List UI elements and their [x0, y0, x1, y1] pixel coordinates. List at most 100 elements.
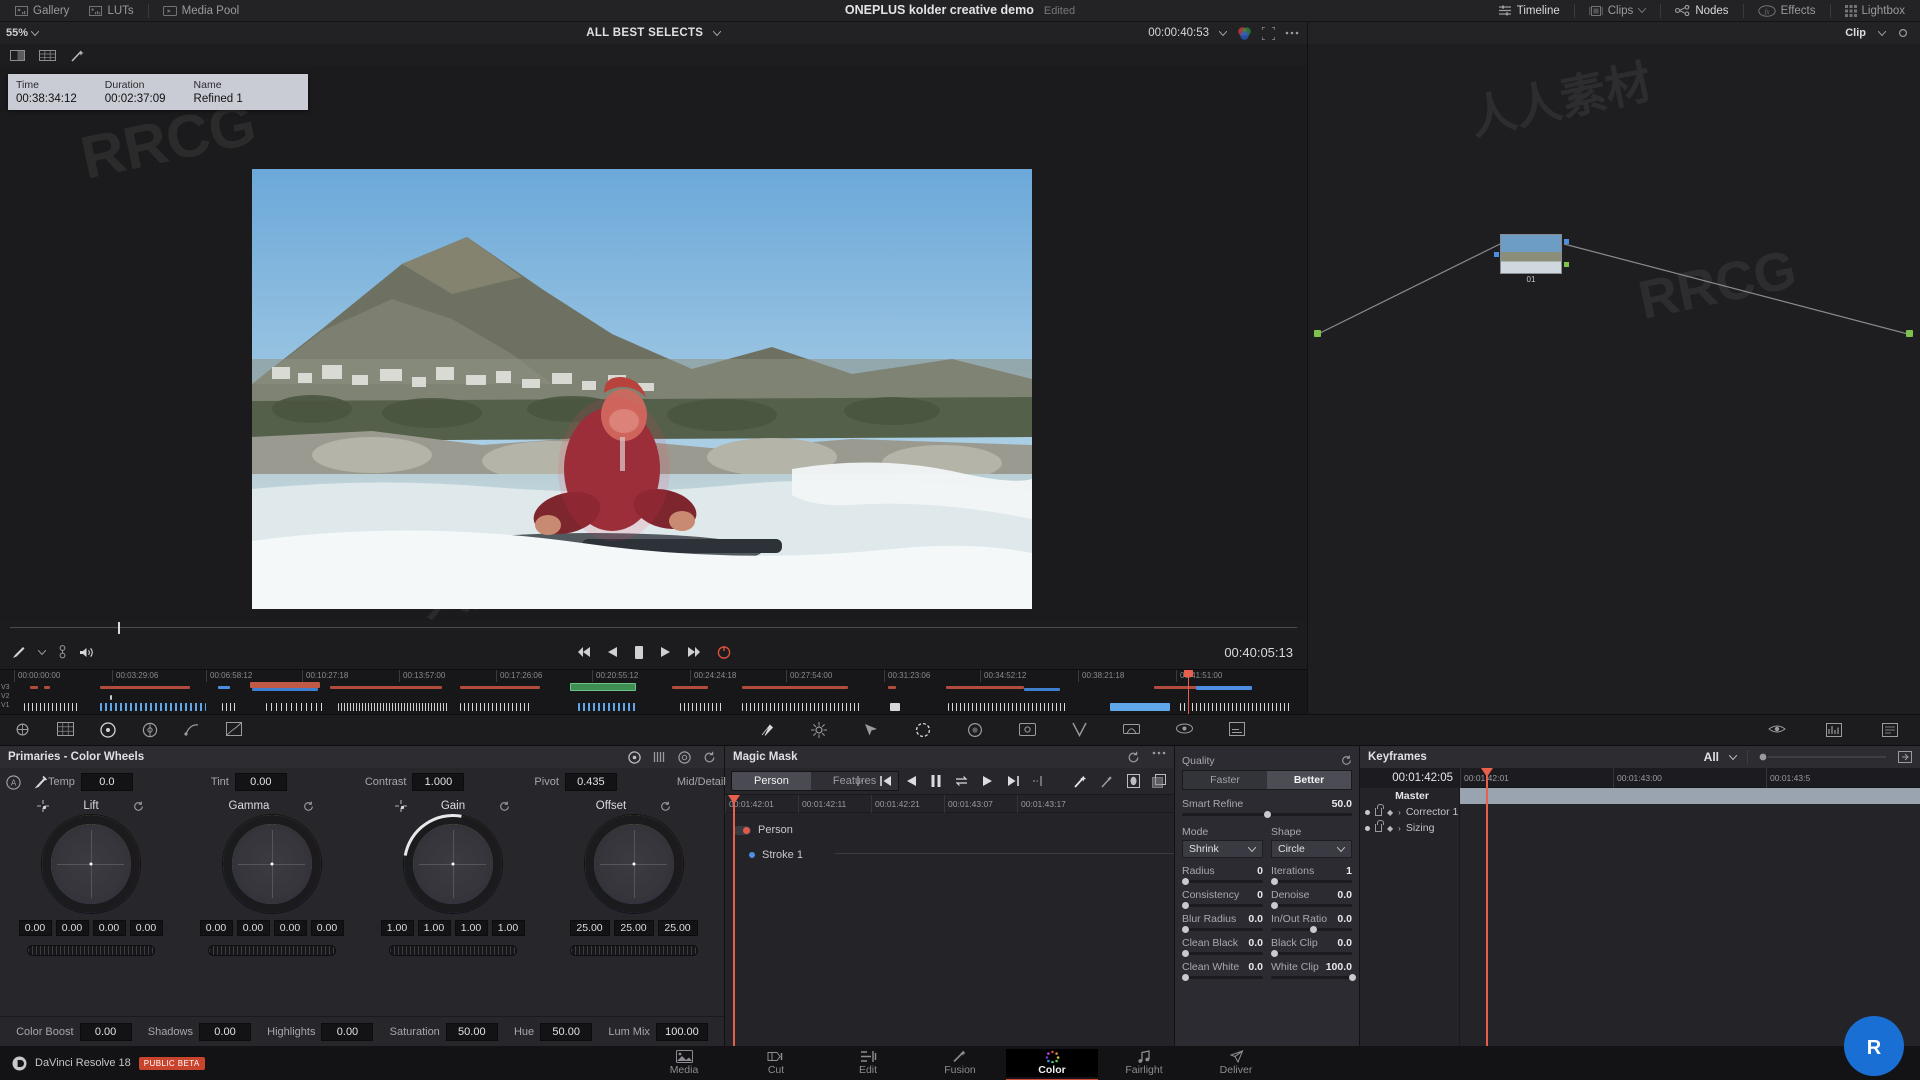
offset-master-ring[interactable] [569, 945, 698, 956]
lift-reset-icon[interactable] [133, 801, 144, 812]
fullscreen-icon[interactable] [1262, 26, 1275, 40]
chevron-down-icon[interactable] [1878, 30, 1886, 36]
node-output-port[interactable] [1564, 239, 1569, 244]
page-cut[interactable]: Cut [730, 1049, 822, 1077]
color-wheel-icon[interactable] [1237, 26, 1252, 41]
gain-value-b[interactable]: 1.00 [491, 920, 525, 936]
blur-radius-value[interactable]: 0.0 [1248, 913, 1263, 925]
keyframes-zoom-slider[interactable] [1758, 752, 1888, 762]
node-input-port[interactable] [1494, 252, 1499, 257]
mask-overlay-icon[interactable] [1127, 774, 1140, 788]
node-output-port[interactable] [1906, 330, 1913, 337]
quality-faster-option[interactable]: Faster [1183, 771, 1267, 789]
toolbar-gallery-button[interactable]: Gallery [6, 3, 78, 19]
lift-value-y[interactable]: 0.00 [18, 920, 52, 936]
gain-value-y[interactable]: 1.00 [380, 920, 414, 936]
lift-picker-icon[interactable] [37, 800, 50, 812]
keyframes-row-master[interactable]: Master [1360, 788, 1459, 804]
lock-icon[interactable] [1375, 804, 1384, 816]
toolbar-lightbox-button[interactable]: Lightbox [1836, 3, 1914, 19]
keyframes-row-corrector-1[interactable]: ◆ › Corrector 1 [1360, 804, 1459, 820]
chevron-down-icon[interactable] [1729, 754, 1737, 760]
magic-mask-playhead[interactable] [728, 795, 740, 1046]
temp-value[interactable]: 0.0 [80, 773, 133, 791]
toolbar-media-pool-button[interactable]: Media Pool [154, 3, 249, 19]
hue-value[interactable]: 50.00 [540, 1022, 593, 1041]
offset-reset-icon[interactable] [660, 801, 671, 812]
gamma-master-ring[interactable] [207, 945, 336, 956]
gain-value-g[interactable]: 1.00 [454, 920, 488, 936]
page-deliver[interactable]: Deliver [1190, 1049, 1282, 1077]
mask-track-stroke-1[interactable]: Stroke 1 [725, 845, 803, 865]
lum-mix-group[interactable]: Lum Mix 100.00 [608, 1022, 708, 1041]
magic-mask-icon[interactable] [915, 722, 931, 738]
loop-button[interactable] [717, 645, 731, 659]
page-fairlight[interactable]: Fairlight [1098, 1049, 1190, 1077]
tint-field-group[interactable]: Tint 0.00 [211, 773, 287, 791]
in-out-ratio-slider[interactable] [1271, 926, 1352, 933]
consistency-slider[interactable] [1182, 902, 1263, 909]
more-options-icon[interactable] [1285, 31, 1299, 35]
node-key-port[interactable] [1564, 262, 1569, 267]
scrubber-playhead[interactable] [118, 622, 120, 634]
toolbar-clips-button[interactable]: Clips [1580, 3, 1656, 19]
page-color[interactable]: Color [1006, 1049, 1098, 1080]
reset-icon[interactable] [1127, 751, 1140, 764]
keyframes-ruler[interactable]: 00:01:42:01 00:01:43:00 00:01:43:5 [1460, 768, 1920, 788]
magic-mask-timeline[interactable]: 00:01:42:01 00:01:42:11 00:01:42:21 00:0… [725, 794, 1174, 1046]
stop-button[interactable] [634, 645, 644, 659]
scopes-icon[interactable] [1826, 723, 1842, 737]
expand-arrow-icon[interactable]: › [1398, 824, 1401, 833]
iterations-slider[interactable] [1271, 878, 1352, 885]
chevron-down-icon[interactable] [1219, 30, 1227, 36]
in-out-ratio-value[interactable]: 0.0 [1337, 913, 1352, 925]
lens-icon[interactable] [1176, 722, 1193, 738]
smart-refine-slider[interactable] [1182, 811, 1352, 818]
saturation-group[interactable]: Saturation 50.00 [390, 1022, 498, 1041]
gamma-value-b[interactable]: 0.00 [310, 920, 344, 936]
denoise-slider[interactable] [1271, 902, 1352, 909]
offset-color-wheel[interactable] [584, 815, 683, 913]
gamma-value-g[interactable]: 0.00 [273, 920, 307, 936]
magic-mask-mode-tabs[interactable]: Person Features [731, 771, 900, 791]
mask-invert-icon[interactable] [1152, 774, 1166, 788]
info-icon[interactable] [1882, 723, 1898, 737]
offset-value-b[interactable]: 25.00 [657, 920, 698, 936]
black-clip-value[interactable]: 0.0 [1337, 937, 1352, 949]
saturation-value[interactable]: 50.00 [445, 1022, 498, 1041]
reset-icon[interactable] [703, 751, 716, 764]
gain-reset-icon[interactable] [499, 801, 510, 812]
jump-start-icon[interactable] [880, 775, 892, 787]
lift-value-b[interactable]: 0.00 [129, 920, 163, 936]
qualifier-icon[interactable] [760, 722, 775, 738]
toolbar-luts-button[interactable]: LUTs [80, 3, 142, 19]
color-boost-group[interactable]: Color Boost 0.00 [16, 1022, 132, 1041]
mode-dropdown[interactable]: Shrink [1182, 840, 1263, 858]
log-mode-icon[interactable] [678, 750, 691, 764]
track-forward-icon[interactable] [982, 775, 993, 787]
gamma-reset-icon[interactable] [303, 801, 314, 812]
keyframe-diamond-icon[interactable]: ◆ [1387, 808, 1393, 817]
offset-value-r[interactable]: 25.00 [569, 920, 610, 936]
quality-reset-icon[interactable] [1341, 755, 1352, 767]
play-reverse-button[interactable] [607, 646, 618, 658]
sizing-icon[interactable] [1072, 722, 1087, 738]
gain-value-r[interactable]: 1.00 [417, 920, 451, 936]
tracker-icon[interactable] [863, 722, 879, 738]
auto-balance-icon[interactable]: A [6, 774, 21, 790]
color-wheels-icon[interactable] [100, 722, 116, 738]
white-clip-slider[interactable] [1271, 974, 1356, 981]
gamma-color-wheel[interactable] [222, 815, 321, 913]
node-source-port[interactable] [1314, 330, 1321, 337]
keyframes-master-bar[interactable] [1460, 788, 1920, 804]
clean-white-slider[interactable] [1182, 974, 1263, 981]
node-corrector-1[interactable] [1500, 234, 1562, 274]
black-clip-slider[interactable] [1271, 950, 1352, 957]
tab-person[interactable]: Person [732, 772, 811, 790]
lum-mix-value[interactable]: 100.00 [655, 1022, 708, 1041]
jump-end-icon[interactable] [1007, 775, 1019, 787]
denoise-value[interactable]: 0.0 [1337, 889, 1352, 901]
track-to-start-icon[interactable] [857, 775, 866, 787]
gain-color-wheel[interactable] [382, 794, 523, 934]
bypass-icon[interactable] [1768, 723, 1786, 737]
